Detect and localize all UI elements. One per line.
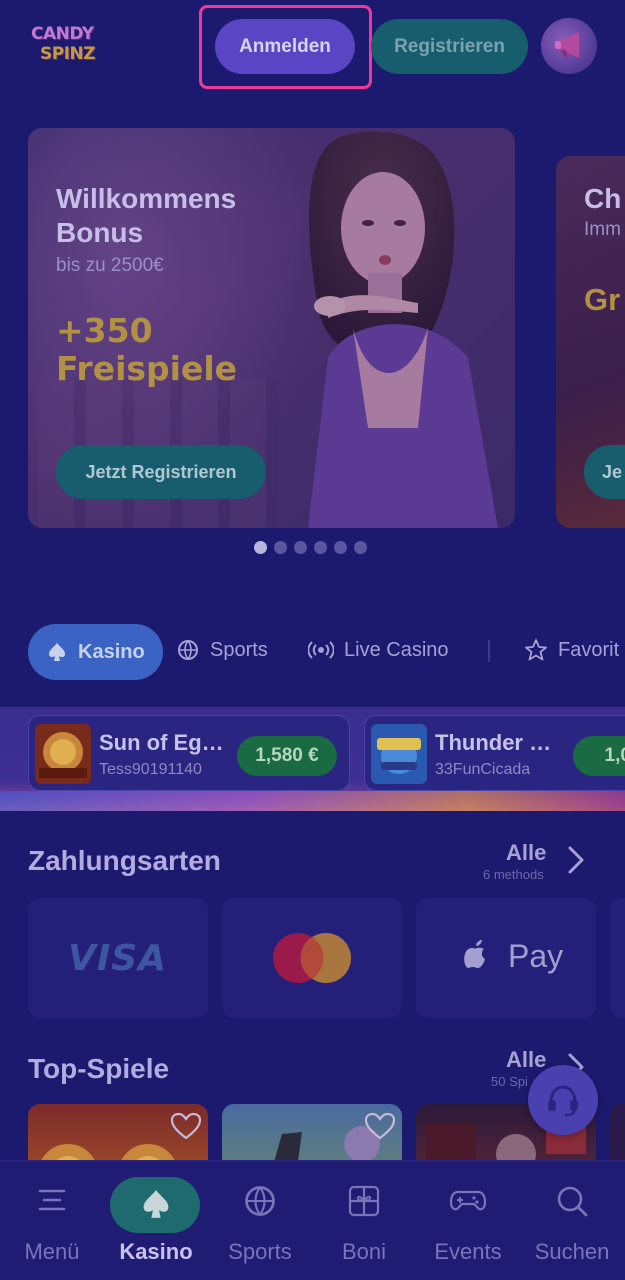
heart-icon[interactable] — [170, 1112, 202, 1140]
game-thumbnail — [35, 724, 91, 784]
search-icon — [557, 1186, 588, 1217]
login-button[interactable]: Anmelden — [215, 19, 355, 74]
welcome-bonus-banner[interactable]: Willkommens Bonus bis zu 2500€ +350 Frei… — [28, 128, 515, 528]
spade-icon — [49, 643, 65, 661]
mastercard-logo — [273, 933, 351, 983]
win-amount-badge: 1,04 — [573, 736, 625, 776]
bottom-navigation: Menü Kasino Sports Boni Events Suchen — [0, 1160, 625, 1280]
menu-icon — [38, 1189, 66, 1211]
winner-username: 33FunCicada — [435, 761, 531, 778]
nav-label: Boni — [341, 1239, 387, 1264]
win-amount-badge: 1,580 € — [237, 736, 337, 776]
tab-label: Favorit — [558, 638, 620, 661]
next-banner-cta[interactable]: Je — [584, 445, 625, 499]
banner-bonus-text: +350 Freispiele — [56, 311, 238, 388]
banner-woman-illustration — [308, 131, 498, 528]
gamepad-icon — [449, 1190, 487, 1211]
carousel-dot[interactable] — [254, 541, 267, 554]
top-games-section-title: Top-Spiele — [28, 1053, 170, 1084]
winner-username: Tess90191140 — [99, 761, 202, 778]
carousel-dots — [254, 541, 367, 554]
nav-label: Kasino — [119, 1239, 193, 1264]
winner-game-name: Sun of Eg… — [99, 730, 224, 755]
payment-card-visa[interactable]: VISA — [28, 898, 208, 1018]
register-now-button[interactable]: Jetzt Registrieren — [56, 445, 266, 499]
headset-icon — [548, 1085, 578, 1117]
nav-sports[interactable]: Sports — [208, 1161, 312, 1280]
nav-label: Sports — [228, 1239, 292, 1264]
top-games-count: 50 Spi — [491, 1074, 528, 1089]
candy-spinz-logo[interactable]: CANDY SPINZ — [28, 22, 108, 68]
nav-kasino[interactable]: Kasino — [104, 1161, 208, 1280]
apple-pay-label: Pay — [508, 938, 564, 974]
heart-icon[interactable] — [364, 1112, 396, 1140]
register-button[interactable]: Registrieren — [371, 19, 528, 74]
carousel-dot[interactable] — [314, 541, 327, 554]
top-games-all-link[interactable]: Alle — [506, 1047, 546, 1073]
winner-card[interactable]: Sun of Eg… Tess90191140 1,580 € — [28, 715, 350, 791]
next-banner-title: Ch — [584, 183, 622, 214]
nav-label: Suchen — [534, 1239, 610, 1264]
payment-card-mastercard[interactable] — [222, 898, 402, 1018]
tab-label: Live Casino — [344, 638, 449, 661]
nav-menu[interactable]: Menü — [0, 1161, 104, 1280]
winner-card[interactable]: Thunder … 33FunCicada 1,04 — [364, 715, 625, 791]
star-icon — [525, 639, 547, 661]
carousel-dot[interactable] — [294, 541, 307, 554]
payments-section-title: Zahlungsarten — [28, 845, 221, 876]
logo-line-1: CANDY — [31, 24, 94, 44]
ticker-glow — [0, 791, 625, 811]
tab-divider — [488, 640, 490, 662]
game-thumbnail — [371, 724, 427, 784]
spade-icon — [143, 1190, 169, 1218]
winner-game-name: Thunder … — [435, 730, 552, 755]
banner-title: Willkommens Bonus — [56, 183, 237, 248]
recent-winners-ticker: Sun of Eg… Tess90191140 1,580 € Thunder … — [0, 707, 625, 811]
carousel-dot[interactable] — [354, 541, 367, 554]
visa-logo: VISA — [68, 938, 168, 979]
basketball-icon — [178, 640, 198, 660]
megaphone-icon — [555, 32, 579, 58]
app-screen: CANDY SPINZ Anmelden Registrieren Willko… — [0, 0, 625, 1280]
tab-sports[interactable]: Sports — [176, 622, 268, 678]
nav-events[interactable]: Events — [416, 1161, 520, 1280]
payments-count: 6 methods — [483, 867, 544, 882]
nav-boni[interactable]: Boni — [312, 1161, 416, 1280]
payment-card-partial[interactable] — [610, 898, 625, 1018]
nav-label: Menü — [24, 1239, 80, 1264]
payments-all-link[interactable]: Alle — [506, 840, 546, 866]
logo-line-2: SPINZ — [40, 44, 96, 64]
gift-icon — [348, 1185, 380, 1217]
next-promo-banner[interactable]: Ch Imm Gr Fr Je — [556, 156, 625, 528]
banner-subtitle: bis zu 2500€ — [56, 255, 164, 276]
top-header: CANDY SPINZ Anmelden Registrieren — [0, 0, 625, 100]
nav-suchen[interactable]: Suchen — [520, 1161, 624, 1280]
chevron-right-icon[interactable] — [566, 845, 586, 875]
apple-icon — [464, 940, 485, 968]
tab-label: Kasino — [78, 640, 145, 663]
tab-favorites[interactable]: Favorit — [524, 622, 619, 678]
tab-live-casino[interactable]: Live Casino — [308, 622, 449, 678]
tab-kasino[interactable]: Kasino — [28, 624, 163, 680]
payment-card-apple-pay[interactable]: Pay — [416, 898, 596, 1018]
next-banner-bonus: Gr Fr — [584, 282, 625, 317]
carousel-dot[interactable] — [274, 541, 287, 554]
live-broadcast-icon — [308, 641, 334, 659]
promo-megaphone-button[interactable] — [541, 18, 597, 74]
carousel-dot[interactable] — [334, 541, 347, 554]
tab-label: Sports — [210, 638, 268, 661]
category-tabs: Kasino Sports Live Casino Favorit — [0, 622, 625, 680]
basketball-icon — [245, 1186, 275, 1216]
nav-label: Events — [434, 1239, 502, 1264]
support-chat-button[interactable] — [528, 1065, 598, 1135]
next-banner-subtitle: Imm — [584, 219, 621, 240]
